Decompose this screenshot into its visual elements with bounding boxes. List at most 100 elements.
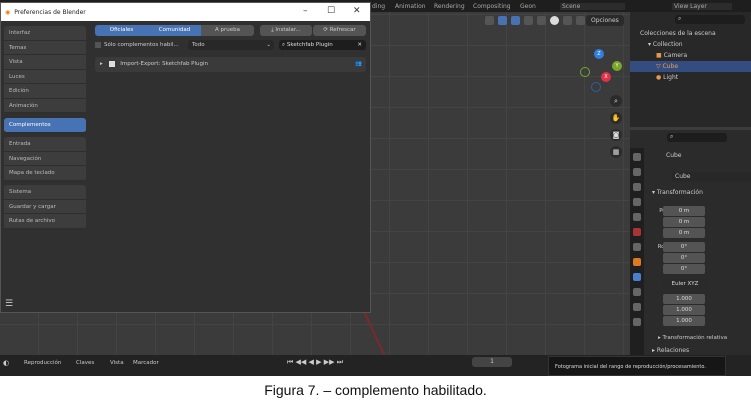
xray-icon[interactable] (524, 16, 533, 25)
workspace-tab-geometry[interactable]: Geon (520, 3, 536, 10)
viewport-shading-toolbar (485, 16, 585, 25)
pan-hand-icon[interactable]: ✋ (610, 112, 622, 124)
solid-shading-icon[interactable] (550, 16, 559, 25)
visibility-icon[interactable] (485, 16, 494, 25)
options-dropdown[interactable]: Opciones (586, 15, 624, 26)
addon-enabled-checkbox[interactable] (108, 60, 115, 67)
tooltip: Fotograma inicial del rango de reproducc… (548, 356, 726, 376)
relations-header[interactable]: ▸ Relaciones (652, 347, 689, 354)
tool-tab-icon[interactable] (633, 153, 641, 161)
output-tab-icon[interactable] (633, 183, 641, 191)
current-frame-field[interactable]: 1 (472, 357, 512, 367)
outliner-item-light[interactable]: ● Light (630, 72, 751, 83)
blender-screenshot: ding Animation Rendering Compositing Geo… (0, 0, 751, 376)
overlay-icon[interactable] (511, 16, 520, 25)
outliner-item-cube[interactable]: ▽ Cube (630, 61, 751, 72)
menu-view[interactable]: Vista (110, 360, 124, 366)
properties-search[interactable]: ⌕ (667, 133, 727, 142)
playback-controls[interactable]: ⏮ ◀◀ ◀ ▶ ▶▶ ⏭ (287, 358, 343, 367)
outliner-collection[interactable]: ▾ Collection (630, 39, 751, 50)
sidebar-item-save-load[interactable]: Guardar y cargar (4, 200, 86, 214)
scale-x[interactable]: 1.000 (663, 294, 705, 304)
tab-testing[interactable]: A prueba (201, 25, 254, 36)
timeline-editor-icon[interactable]: ◐ (3, 359, 9, 367)
window-titlebar: ◉ Preferencias de Blender – ☐ ✕ (1, 3, 370, 21)
menu-marker[interactable]: Marcador (133, 360, 159, 366)
outliner-root[interactable]: Colecciones de la escena (630, 28, 751, 39)
sidebar-item-file-paths[interactable]: Rutas de archivo (4, 214, 86, 229)
close-button[interactable]: ✕ (353, 6, 361, 16)
addon-search-input[interactable]: ⌕ Sketchfab Plugin ✕ (279, 40, 366, 50)
category-dropdown[interactable]: Todo ⌄ (188, 40, 274, 50)
sidebar-item-interface[interactable]: Interfaz (4, 26, 86, 41)
menu-keys[interactable]: Claves (76, 360, 94, 366)
light-icon: ● (656, 74, 662, 81)
sidebar-item-keymap[interactable]: Mapa de teclado (4, 166, 86, 181)
workspace-tab-animation[interactable]: Animation (395, 3, 426, 10)
zoom-icon[interactable]: ⌕ (610, 95, 622, 107)
material-shading-icon[interactable] (563, 16, 572, 25)
chevron-down-icon: ⌄ (266, 42, 271, 48)
render-tab-icon[interactable] (633, 168, 641, 176)
sidebar-item-lights[interactable]: Luces (4, 70, 86, 84)
refresh-button[interactable]: ⟳ Refrescar (313, 25, 366, 36)
sidebar-item-animation[interactable]: Animación (4, 99, 86, 113)
view-layer-tab-icon[interactable] (633, 198, 641, 206)
rotation-z[interactable]: 0° (663, 264, 705, 274)
expand-arrow-icon[interactable]: ▸ (100, 61, 103, 67)
sidebar-item-editing[interactable]: Edición (4, 84, 86, 99)
sidebar-item-themes[interactable]: Temas (4, 41, 86, 55)
gizmo-icon[interactable] (498, 16, 507, 25)
outliner-search[interactable]: ⌕ (675, 15, 745, 24)
sidebar-group-1: Interfaz Temas Vista Luces Edición Anima… (4, 26, 86, 113)
transform-section-header[interactable]: ▾ Transformación (652, 189, 703, 196)
sidebar-item-addons[interactable]: Complementos (4, 118, 86, 133)
camera-view-icon[interactable]: ◙ (610, 129, 622, 141)
tab-official[interactable]: Oficiales (95, 25, 148, 36)
object-name: Cube (666, 152, 682, 159)
gizmo-neg-y[interactable] (580, 67, 590, 77)
relative-transform-header[interactable]: ▸ Transformación relativa (658, 335, 727, 341)
gizmo-y-axis[interactable]: Y (612, 61, 622, 71)
gizmo-neg-z[interactable] (591, 82, 601, 92)
sidebar-item-input[interactable]: Entrada (4, 137, 86, 152)
location-x[interactable]: 0 m (663, 206, 705, 216)
hamburger-menu-icon[interactable]: ☰ (5, 299, 13, 309)
gizmo-x-axis[interactable]: X (601, 72, 611, 82)
workspace-tab-compositing[interactable]: Compositing (473, 3, 511, 10)
scale-z[interactable]: 1.000 (663, 316, 705, 326)
preferences-window: ◉ Preferencias de Blender – ☐ ✕ Interfaz… (0, 2, 371, 313)
rotation-x[interactable]: 0° (663, 242, 705, 252)
particles-tab-icon[interactable] (633, 288, 641, 296)
rotation-y[interactable]: 0° (663, 253, 705, 263)
only-enabled-checkbox[interactable]: Sólo complementos habil... (95, 42, 179, 48)
location-z[interactable]: 0 m (663, 228, 705, 238)
clear-search-icon[interactable]: ✕ (357, 40, 362, 50)
scale-y[interactable]: 1.000 (663, 305, 705, 315)
sidebar-group-2: Complementos (4, 118, 86, 133)
tab-community[interactable]: Comunidad (148, 25, 201, 36)
rotation-mode-dropdown[interactable]: Euler XYZ (663, 279, 707, 289)
workspace-tab[interactable]: ding (372, 3, 385, 10)
addon-row[interactable]: ▸ Import-Export: Sketchfab Plugin 👥 (95, 57, 366, 72)
figure-caption: Figura 7. – complemento habilitado. (264, 382, 487, 398)
object-name-field[interactable]: Cube (672, 172, 751, 182)
sidebar-item-viewport[interactable]: Vista (4, 55, 86, 70)
wireframe-shading-icon[interactable] (537, 16, 546, 25)
location-y[interactable]: 0 m (663, 217, 705, 227)
modifier-tab-icon[interactable] (633, 273, 641, 281)
install-button[interactable]: ⤓ Instalar... (260, 25, 312, 36)
sidebar-item-navigation[interactable]: Navegación (4, 152, 86, 166)
maximize-button[interactable]: ☐ (327, 6, 335, 16)
view-layer-selector[interactable]: View Layer (672, 2, 732, 10)
sidebar-item-system[interactable]: Sistema (4, 185, 86, 200)
rendered-shading-icon[interactable] (576, 16, 585, 25)
minimize-button[interactable]: – (303, 6, 308, 16)
gizmo-z-axis[interactable]: Z (594, 49, 604, 59)
grid-view-icon[interactable]: ▦ (610, 146, 622, 158)
scene-selector[interactable]: Scene (560, 2, 625, 10)
sidebar-group-3: Entrada Navegación Mapa de teclado (4, 137, 86, 181)
outliner-item-camera[interactable]: ■ Camera (630, 50, 751, 61)
menu-playback[interactable]: Reproducción (24, 360, 61, 366)
workspace-tab-rendering[interactable]: Rendering (434, 3, 465, 10)
